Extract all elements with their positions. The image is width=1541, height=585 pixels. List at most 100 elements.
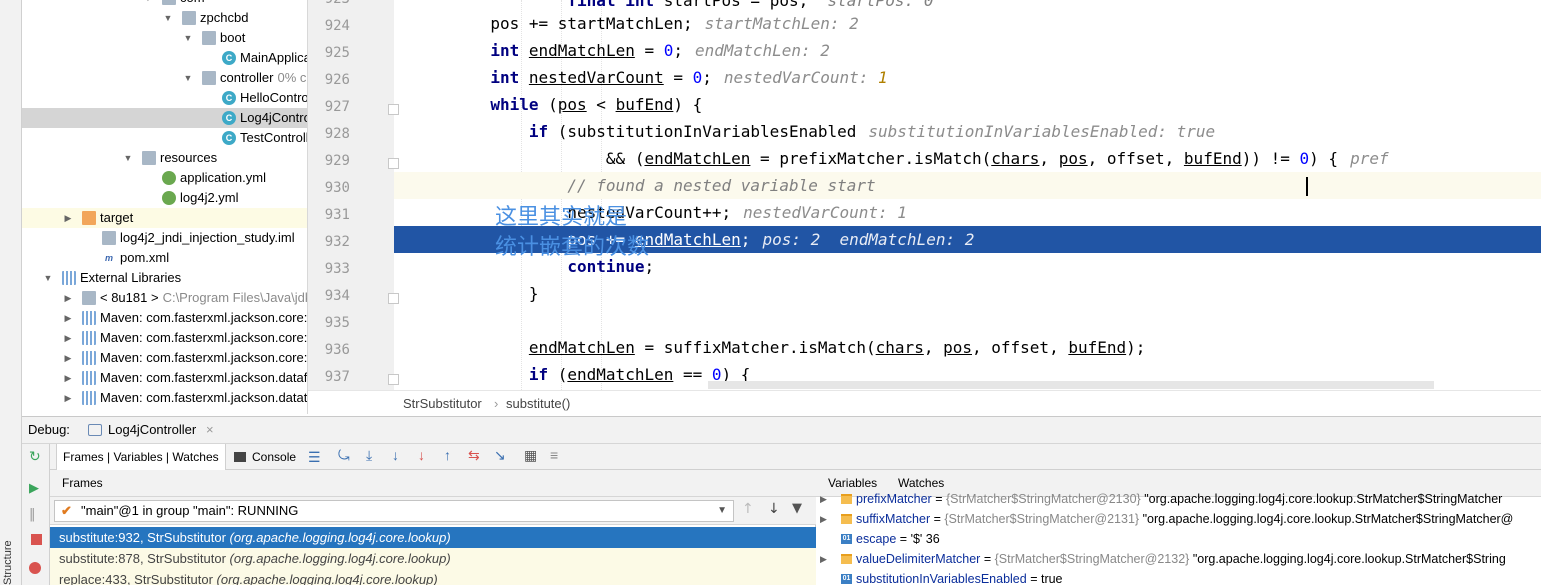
code-line[interactable]: pos += startMatchLen; startMatchLen: 2 bbox=[394, 10, 1541, 37]
editor-gutter[interactable]: 923 924 925 926 927 928 929 930 931 932 933 934 935 9… bbox=[308, 0, 399, 390]
variable-row[interactable]: ▶ prefixMatcher = {StrMatcher$StringMatch… bbox=[816, 489, 1541, 509]
breadcrumb-method[interactable]: substitute() bbox=[506, 391, 570, 417]
frame-row[interactable]: substitute:878, StrSubstitutor (org.apac… bbox=[50, 548, 816, 569]
code-line[interactable]: while (pos < bufEnd) { bbox=[394, 91, 1541, 118]
close-icon[interactable]: × bbox=[206, 417, 214, 443]
resume-icon[interactable]: ▶ bbox=[29, 482, 43, 496]
tree-node-label: application.yml bbox=[180, 170, 266, 185]
tree-node[interactable]: C MainApplication bbox=[22, 48, 307, 68]
chevron-right-icon[interactable]: ▶ bbox=[62, 348, 74, 368]
tree-node[interactable]: C HelloController0% bbox=[22, 88, 307, 108]
frame-row[interactable]: replace:433, StrSubstitutor (org.apache.… bbox=[50, 569, 816, 585]
tab-frames-variables-watches[interactable]: Frames | Variables | Watches bbox=[56, 444, 226, 470]
chevron-right-icon[interactable]: ▶ bbox=[62, 388, 74, 408]
chevron-down-icon[interactable]: ▼ bbox=[182, 28, 194, 48]
tree-node[interactable]: ▶ Maven: com.fasterxml.jackson.datatype bbox=[22, 388, 307, 408]
tree-node[interactable]: ▶ < 8u181 > C:\Program Files\Java\jdk1. bbox=[22, 288, 307, 308]
tree-node[interactable]: C Log4jController0% bbox=[22, 108, 307, 128]
variable-equals: = bbox=[1026, 572, 1041, 585]
variable-text: suffixMatcher = {StrMatcher$StringMatche… bbox=[856, 509, 1513, 529]
down-arrow-icon[interactable]: ↓ bbox=[768, 501, 780, 517]
chevron-down-icon[interactable]: ▼ bbox=[142, 0, 154, 8]
debug-session-icon bbox=[88, 424, 102, 436]
structure-tool-tab[interactable]: Structure bbox=[2, 540, 18, 585]
frame-row[interactable]: substitute:932, StrSubstitutor (org.apac… bbox=[50, 527, 816, 548]
tree-node-text: HelloController0% bbox=[240, 88, 307, 108]
tree-node[interactable]: application.yml bbox=[22, 168, 307, 188]
tree-node[interactable]: ▼ controller0% classes bbox=[22, 68, 307, 88]
chevron-right-icon[interactable]: ▶ bbox=[62, 288, 74, 308]
chevron-right-icon[interactable]: ▶ bbox=[820, 549, 827, 569]
step-over-icon[interactable]: ⤓ bbox=[366, 448, 372, 462]
tab-console[interactable]: Console bbox=[252, 444, 296, 470]
tree-node[interactable]: ▼ com bbox=[22, 0, 307, 8]
chevron-down-icon[interactable]: ▼ bbox=[162, 8, 174, 28]
code-line[interactable] bbox=[394, 307, 1541, 334]
debug-session-tab[interactable]: Log4jController bbox=[108, 417, 196, 443]
tree-node[interactable]: ▼ boot bbox=[22, 28, 307, 48]
chevron-right-icon[interactable]: ▶ bbox=[820, 489, 827, 509]
tree-node[interactable]: log4j2_jndi_injection_study.iml bbox=[22, 228, 307, 248]
evaluate-expression-icon[interactable]: ▦ bbox=[524, 448, 537, 462]
folder-icon bbox=[142, 151, 156, 165]
project-tree[interactable]: ▼ com ▼ zpchcbd ▼ boot C MainApplication ▼ contro… bbox=[22, 0, 308, 414]
chevron-down-icon[interactable]: ▼ bbox=[42, 268, 54, 288]
tree-node-text: com bbox=[180, 0, 205, 8]
force-step-into-icon[interactable]: ↓ bbox=[418, 448, 425, 462]
code-line[interactable]: && (endMatchLen = prefixMatcher.isMatch(… bbox=[394, 145, 1541, 172]
folder-icon bbox=[82, 211, 96, 225]
run-to-cursor-icon[interactable]: ↘ bbox=[494, 448, 506, 462]
horizontal-scrollbar[interactable] bbox=[708, 381, 1434, 389]
trace-stream-icon[interactable]: ≡ bbox=[550, 448, 558, 462]
tree-node[interactable]: ▼ zpchcbd bbox=[22, 8, 307, 28]
tree-node-label: Maven: com.fasterxml.jackson.dataform bbox=[100, 370, 308, 385]
tree-node[interactable]: ▶ Maven: com.fasterxml.jackson.core:jack bbox=[22, 328, 307, 348]
code-line[interactable]: int nestedVarCount = 0; nestedVarCount: 1 bbox=[394, 64, 1541, 91]
line-number: 934 bbox=[324, 288, 350, 304]
tree-node[interactable]: m pom.xml bbox=[22, 248, 307, 268]
tree-node[interactable]: ▼ External Libraries bbox=[22, 268, 307, 288]
tree-node[interactable]: log4j2.yml bbox=[22, 188, 307, 208]
tree-node[interactable]: ▶ Maven: com.fasterxml.jackson.core:jack bbox=[22, 308, 307, 328]
rerun-icon[interactable]: ↻ bbox=[29, 450, 43, 464]
tree-node[interactable]: C TestController0% bbox=[22, 128, 307, 148]
tree-node[interactable]: ▶ Maven: com.fasterxml.jackson.core:jack bbox=[22, 348, 307, 368]
step-out-icon[interactable]: ↑ bbox=[444, 448, 451, 462]
chevron-right-icon[interactable]: ▶ bbox=[62, 308, 74, 328]
chevron-right-icon[interactable]: ▶ bbox=[62, 368, 74, 388]
up-arrow-icon[interactable]: ↑ bbox=[742, 501, 754, 517]
variable-row[interactable]: 01 substitutionInVariablesEnabled = true bbox=[816, 569, 1541, 585]
code-line[interactable]: int endMatchLen = 0; endMatchLen: 2 bbox=[394, 37, 1541, 64]
code-editor[interactable]: 923 924 925 926 927 928 929 930 931 932 933 934 935 9… bbox=[308, 0, 1541, 390]
tree-node-label: MainApplication bbox=[240, 50, 307, 65]
chevron-down-icon[interactable]: ▼ bbox=[182, 68, 194, 88]
variable-row[interactable]: ▶ valueDelimiterMatcher = {StrMatcher$Str… bbox=[816, 549, 1541, 569]
step-into-icon[interactable]: ↓ bbox=[392, 448, 399, 462]
tree-node[interactable]: ▼ resources bbox=[22, 148, 307, 168]
tree-node-text: boot bbox=[220, 28, 245, 48]
chevron-right-icon[interactable]: ▶ bbox=[62, 328, 74, 348]
drop-frame-icon[interactable]: ⇆ bbox=[468, 448, 480, 462]
code-line[interactable]: endMatchLen = suffixMatcher.isMatch(char… bbox=[394, 334, 1541, 361]
code-line[interactable]: if (substitutionInVariablesEnabled substi… bbox=[394, 118, 1541, 145]
view-breakpoints-icon[interactable] bbox=[29, 562, 41, 574]
show-execution-point-icon[interactable]: ⤿ bbox=[338, 448, 350, 462]
menu-icon[interactable]: ☰ bbox=[308, 450, 321, 464]
chevron-down-icon[interactable]: ▼ bbox=[122, 148, 134, 168]
tree-node[interactable]: ▶ Maven: com.fasterxml.jackson.dataform bbox=[22, 368, 308, 388]
current-code-line[interactable]: // found a nested variable start bbox=[394, 172, 1541, 199]
tree-node-text: controller0% classes bbox=[220, 68, 307, 88]
breadcrumb-class[interactable]: StrSubstitutor bbox=[403, 391, 482, 417]
thread-select[interactable]: ✔ "main"@1 in group "main": RUNNING ▼ bbox=[54, 500, 734, 522]
chevron-right-icon[interactable]: ▶ bbox=[820, 509, 827, 529]
pause-icon[interactable]: ‖ bbox=[29, 508, 43, 522]
code-line[interactable]: } bbox=[394, 280, 1541, 307]
filter-icon[interactable]: ▼ bbox=[792, 501, 802, 516]
chevron-right-icon[interactable]: ▶ bbox=[62, 208, 74, 228]
tree-node[interactable]: ▶ target bbox=[22, 208, 307, 228]
variable-row[interactable]: ▶ suffixMatcher = {StrMatcher$StringMatch… bbox=[816, 509, 1541, 529]
variable-equals: = bbox=[896, 532, 911, 546]
stop-icon[interactable] bbox=[31, 534, 42, 545]
variable-row[interactable]: 01 escape = '$' 36 bbox=[816, 529, 1541, 549]
variables-panel: Variables Watches ▶ prefixMatcher = {StrM… bbox=[816, 470, 1541, 585]
